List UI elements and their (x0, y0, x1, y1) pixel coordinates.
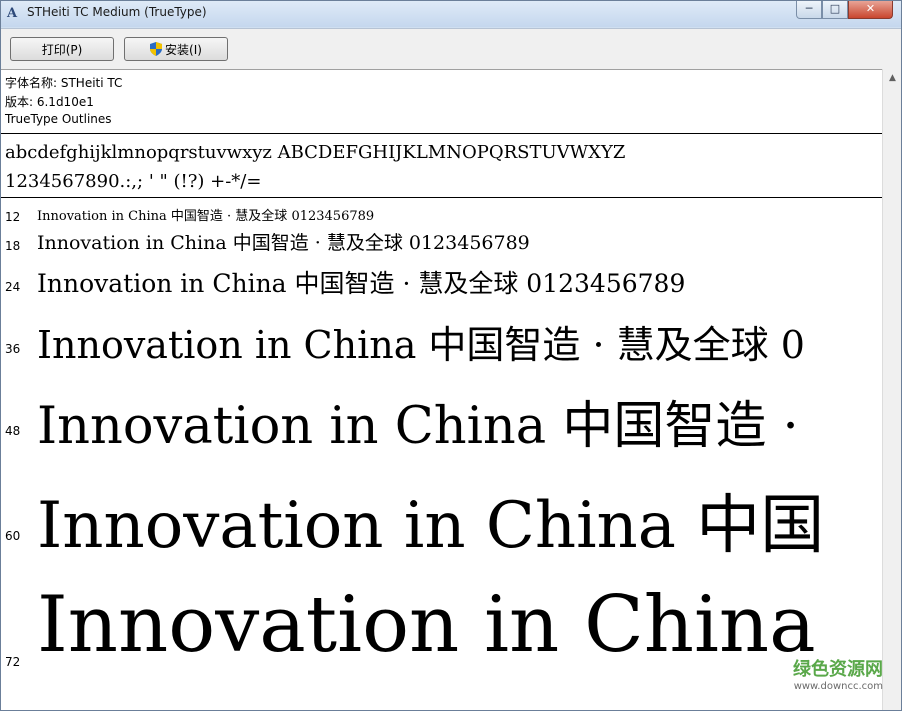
divider (1, 197, 882, 198)
size-label: 24 (5, 280, 21, 294)
window-title: STHeiti TC Medium (TrueType) (27, 5, 207, 19)
sample-text-12: Innovation in China 中国智造 · 慧及全球 01234567… (37, 209, 375, 224)
watermark: 绿色资源网 www.downcc.com (763, 659, 883, 699)
sample-text-24: Innovation in China 中国智造 · 慧及全球 01234567… (37, 269, 686, 298)
size-label: 36 (5, 342, 21, 356)
charset-letters: abcdefghijklmnopqrstuvwxyz ABCDEFGHIJKLM… (5, 142, 626, 163)
sample-text-72: Innovation in China (37, 580, 816, 670)
size-label: 72 (5, 655, 21, 669)
divider (1, 133, 882, 134)
sample-text-36: Innovation in China 中国智造 · 慧及全球 0 (37, 323, 805, 367)
font-version-line: 版本: 6.1d10e1 (5, 95, 94, 109)
sample-text-48: Innovation in China 中国智造 · (37, 397, 799, 456)
font-viewer-window: A STHeiti TC Medium (TrueType) ─ □ ✕ 打印(… (0, 0, 902, 711)
size-label: 60 (5, 529, 21, 543)
install-button[interactable]: 安装(I) (124, 37, 228, 61)
font-viewer-icon: A (7, 6, 18, 21)
maximize-button[interactable]: □ (822, 1, 848, 19)
shield-icon (150, 42, 163, 56)
vertical-scrollbar[interactable]: ▲ (882, 69, 901, 710)
print-button-label: 打印(P) (41, 42, 83, 57)
title-bar[interactable]: A STHeiti TC Medium (TrueType) ─ □ ✕ (1, 1, 901, 27)
install-button-label: 安装(I) (165, 42, 202, 57)
watermark-logo-text: 绿色资源网 (793, 659, 883, 680)
font-name-line: 字体名称: STHeiti TC (5, 76, 123, 90)
close-button[interactable]: ✕ (848, 1, 893, 19)
font-outline-line: TrueType Outlines (5, 112, 112, 126)
toolbar: 打印(P) 安装(I) (1, 28, 901, 70)
minimize-button[interactable]: ─ (796, 1, 822, 19)
charset-symbols: 1234567890.:,; ' " (!?) +-*/= (5, 171, 262, 192)
sample-text-18: Innovation in China 中国智造 · 慧及全球 01234567… (37, 232, 530, 254)
size-label: 12 (5, 210, 21, 224)
print-button[interactable]: 打印(P) (10, 37, 114, 61)
font-preview-area[interactable]: 字体名称: STHeiti TC 版本: 6.1d10e1 TrueType O… (1, 69, 882, 710)
watermark-url: www.downcc.com (793, 681, 883, 692)
size-label: 48 (5, 424, 21, 438)
sample-text-60: Innovation in China 中国 (37, 489, 825, 563)
scroll-up-arrow-icon[interactable]: ▲ (885, 71, 900, 86)
size-label: 18 (5, 239, 21, 253)
